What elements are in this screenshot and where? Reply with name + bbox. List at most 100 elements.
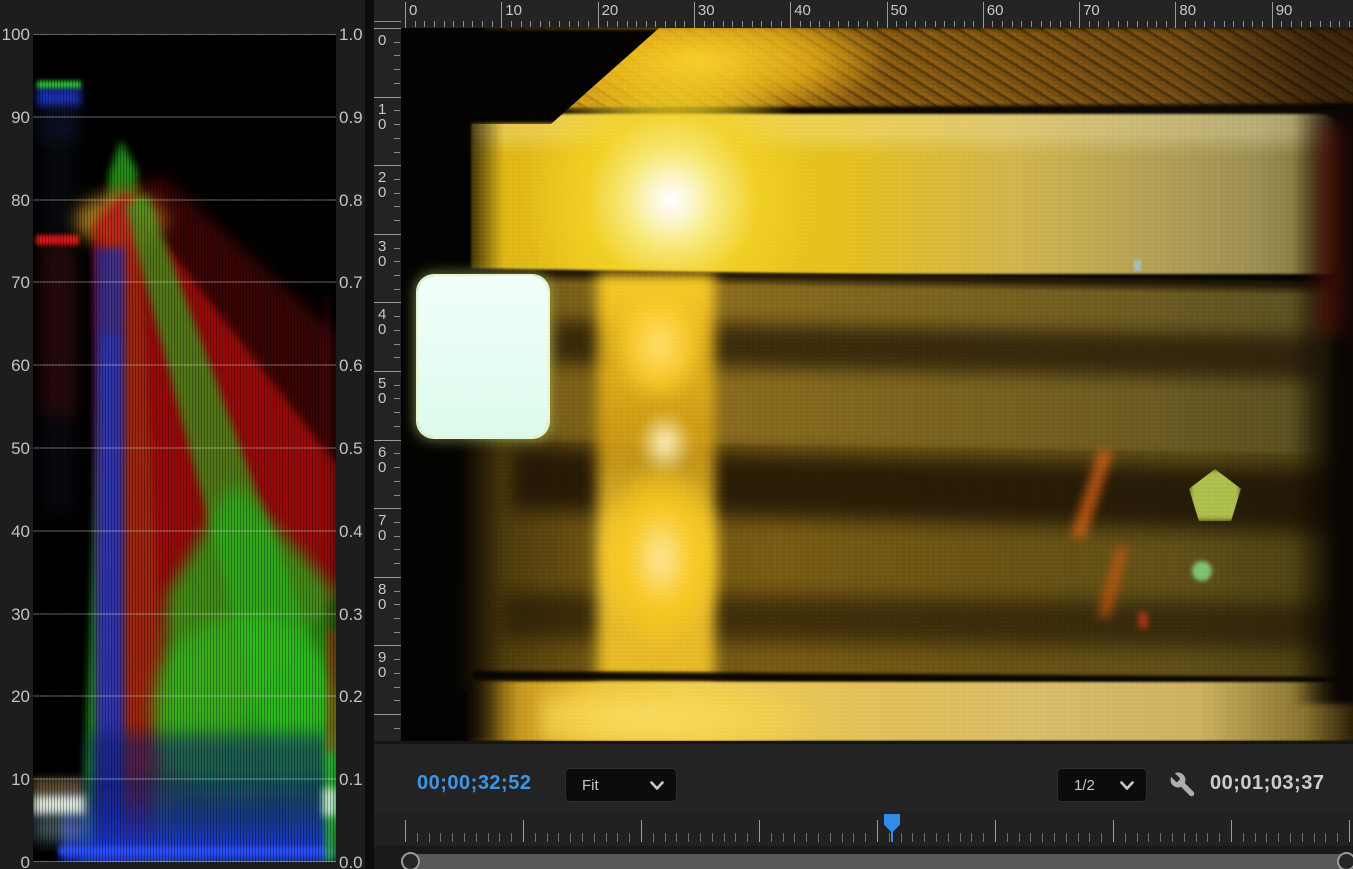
timeline-scroll-zone [374,846,1353,869]
tick [1337,833,1338,842]
horizontal-ruler-label: 0 [409,3,417,18]
tick [394,152,400,153]
current-timecode[interactable]: 00;00;32;52 [417,772,531,795]
tick [877,820,878,842]
ruler-corner [374,0,401,29]
mini-timeline-ruler[interactable] [374,812,1353,846]
tick [394,618,400,619]
tick [653,833,654,842]
tick [1031,21,1032,27]
tick [848,21,849,27]
horizontal-ruler[interactable]: 0102030405060708090 [401,0,1353,28]
vertical-ruler-label: 7 0 [378,513,386,543]
tick [476,833,477,842]
scope-left-axis-label: 10 [0,771,30,788]
tick [540,21,541,27]
tick [394,453,400,454]
tick [1089,833,1090,842]
tick [1262,21,1263,27]
vertical-ruler-label: 2 0 [378,170,386,200]
zoom-level-dropdown[interactable]: Fit [565,768,677,802]
scope-right-axis-label: 0.4 [339,523,367,540]
tick [964,21,965,27]
tick [742,21,743,27]
program-monitor-video[interactable] [401,28,1353,741]
tick [1195,21,1196,27]
tick [547,833,548,842]
wrench-icon[interactable] [1168,770,1198,800]
tick [636,21,637,27]
film-grain-overlay [401,28,1353,741]
tick [549,21,550,27]
playback-resolution-value: 1/2 [1074,777,1095,794]
scope-right-axis-label: 0.3 [339,606,367,623]
tick [944,21,945,27]
scope-right-axis-label: 0.1 [339,771,367,788]
tick [867,21,868,27]
tick [800,21,801,27]
tick [1243,21,1244,27]
vertical-ruler-label: 4 0 [378,307,386,337]
tick [1184,833,1185,842]
tick [1147,21,1148,27]
tick [1137,833,1138,842]
tick [954,21,955,27]
tick [1290,833,1291,842]
waveform-scope-canvas [33,34,336,862]
scope-right-axis-label: 0.9 [339,109,367,126]
horizontal-scrollbar[interactable] [410,854,1347,869]
tick [1042,833,1043,842]
scope-right-axis-label: 1.0 [339,26,367,43]
vertical-ruler[interactable]: 01 02 03 04 05 06 07 08 09 0 [374,28,402,741]
program-monitor-panel: 0102030405060708090 01 02 03 04 05 06 07… [374,0,1353,869]
tick [394,659,400,660]
tick [394,591,400,592]
tick [1125,833,1126,842]
scope-right-axis-label: 0.8 [339,192,367,209]
tick [405,2,406,28]
tick [394,549,400,550]
tick [394,220,400,221]
tick [617,833,618,842]
tick [405,820,406,842]
vertical-ruler-label: 6 0 [378,445,386,475]
tick [417,833,418,842]
tick [464,833,465,842]
tick [1204,21,1205,27]
panel-divider[interactable] [365,0,374,869]
playback-resolution-dropdown[interactable]: 1/2 [1057,768,1147,802]
horizontal-ruler-label: 70 [1083,3,1100,18]
tick [935,21,936,27]
tick [790,2,791,28]
tick [865,833,866,842]
playhead-stem [891,831,893,842]
tick [1137,21,1138,27]
tick [394,110,400,111]
tick [1233,21,1234,27]
tick [1078,833,1079,842]
tick [675,21,676,27]
scope-left-axis-label: 90 [0,109,30,126]
tick [492,21,493,27]
scrollbar-zoom-handle-left[interactable] [401,852,420,869]
scope-left-axis-label: 30 [0,606,30,623]
tick [858,21,859,27]
tick [535,833,536,842]
tick [1019,833,1020,842]
tick [655,21,656,27]
tick [694,2,695,28]
scope-left-axis-label: 50 [0,440,30,457]
tick [1021,21,1022,27]
horizontal-ruler-label: 60 [987,3,1004,18]
scrollbar-zoom-handle-right[interactable] [1337,852,1353,869]
tick [629,833,630,842]
tick [617,21,618,27]
tick [482,21,483,27]
tick [627,21,628,27]
tick [424,21,425,27]
tick [374,234,401,235]
tick [1314,833,1315,842]
tick [394,385,400,386]
tick [901,833,902,842]
tick [1339,21,1340,27]
